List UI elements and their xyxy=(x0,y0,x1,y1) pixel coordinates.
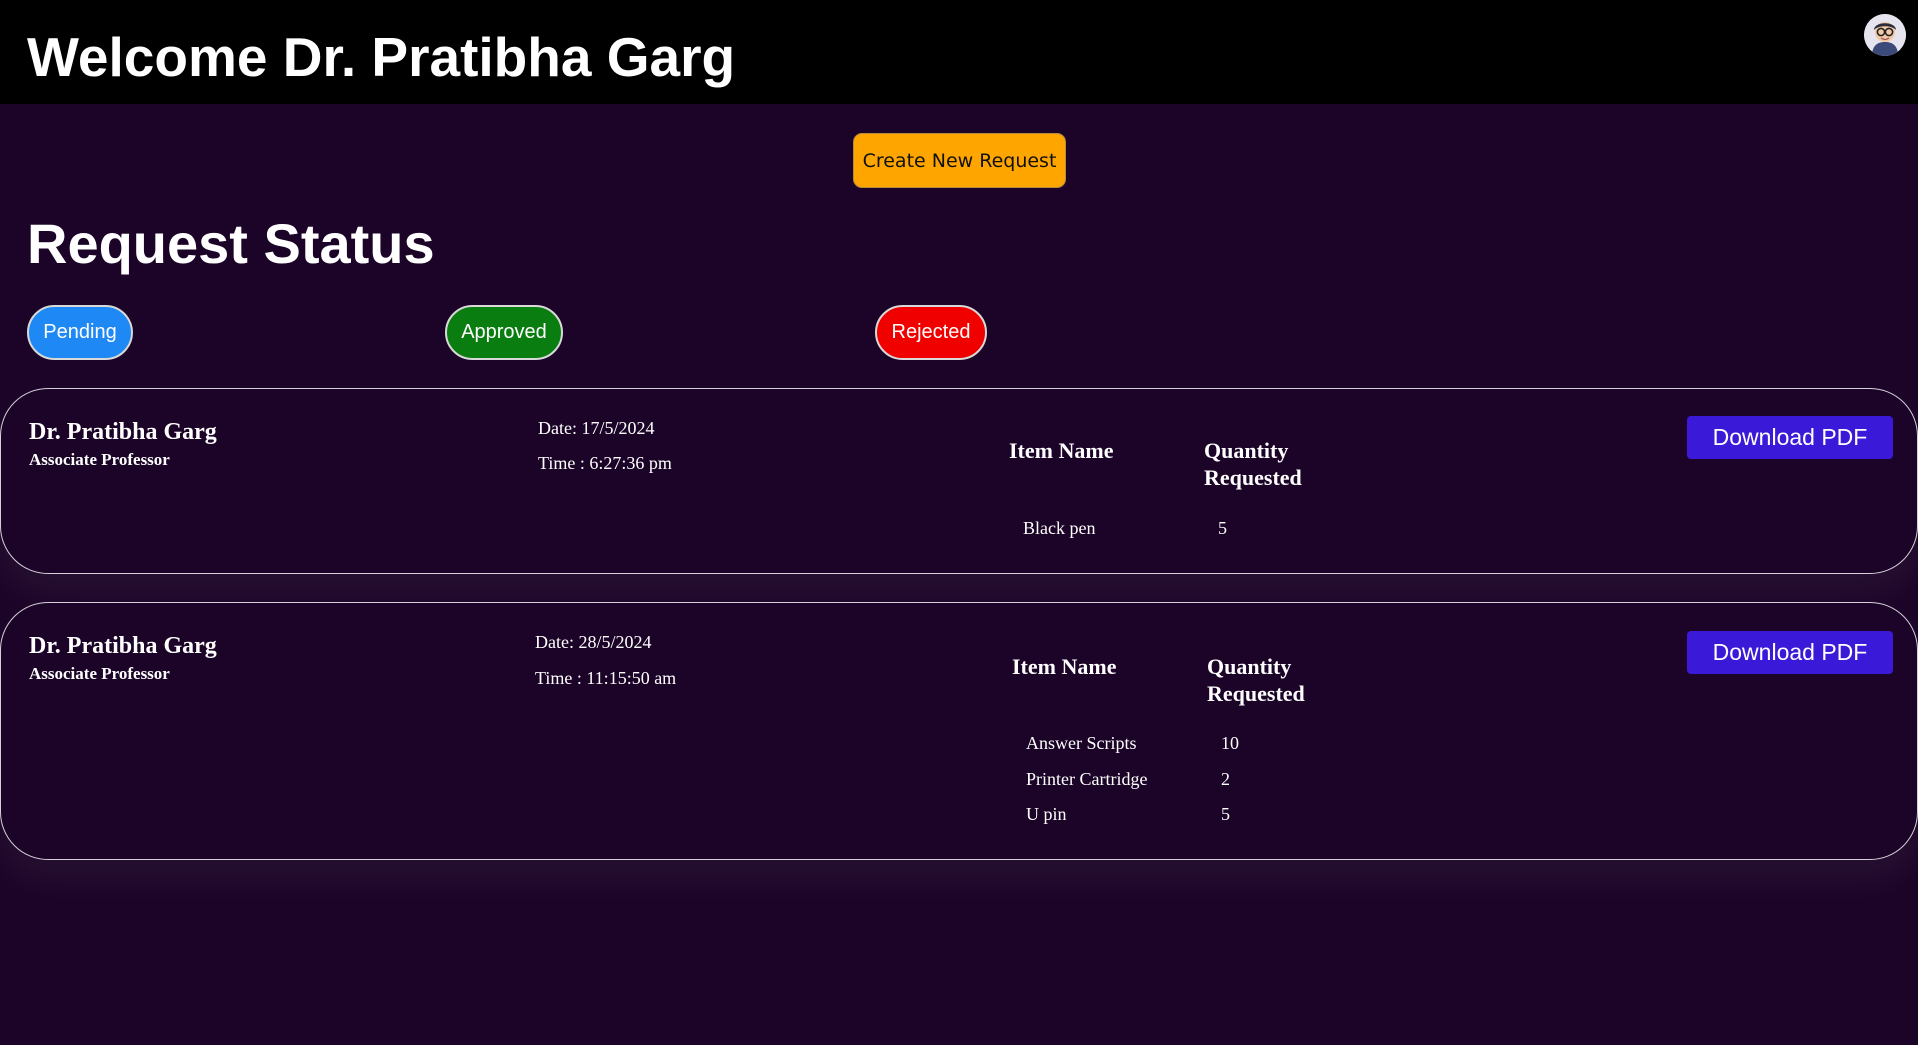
item-name-cell: Black pen xyxy=(1023,518,1096,538)
top-header: Welcome Dr. Pratibha Garg xyxy=(0,0,1918,104)
requester-name: Dr. Pratibha Garg xyxy=(29,633,217,659)
create-new-request-button[interactable]: Create New Request xyxy=(853,133,1066,188)
request-card: Dr. Pratibha Garg Associate Professor Da… xyxy=(0,388,1918,574)
column-header-quantity: Quantity Requested xyxy=(1207,654,1305,706)
requester-role: Associate Professor xyxy=(29,664,170,683)
request-time: Time : 11:15:50 am xyxy=(535,668,677,688)
welcome-title: Welcome Dr. Pratibha Garg xyxy=(27,26,736,88)
filter-rejected-button[interactable]: Rejected xyxy=(875,305,987,360)
item-name-cell: Printer Cartridge xyxy=(1026,769,1148,789)
requester-name: Dr. Pratibha Garg xyxy=(29,419,217,445)
item-qty-cell: 5 xyxy=(1218,518,1227,538)
column-header-quantity: Quantity Requested xyxy=(1204,438,1302,490)
item-name-cell: U pin xyxy=(1026,804,1067,824)
request-time: Time : 6:27:36 pm xyxy=(538,453,672,473)
item-qty-cell: 10 xyxy=(1221,733,1239,753)
user-avatar-icon[interactable] xyxy=(1864,14,1906,56)
filter-pending-button[interactable]: Pending xyxy=(27,305,133,360)
request-card: Dr. Pratibha Garg Associate Professor Da… xyxy=(0,602,1918,860)
request-status-title: Request Status xyxy=(27,212,435,275)
filter-approved-button[interactable]: Approved xyxy=(445,305,563,360)
column-header-item-name: Item Name xyxy=(1009,438,1114,463)
request-date: Date: 28/5/2024 xyxy=(535,632,652,652)
requester-role: Associate Professor xyxy=(29,450,170,469)
column-header-item-name: Item Name xyxy=(1012,654,1117,679)
item-qty-cell: 5 xyxy=(1221,804,1230,824)
request-date: Date: 17/5/2024 xyxy=(538,418,655,438)
download-pdf-button[interactable]: Download PDF xyxy=(1687,631,1893,674)
download-pdf-button[interactable]: Download PDF xyxy=(1687,416,1893,459)
item-qty-cell: 2 xyxy=(1221,769,1230,789)
item-name-cell: Answer Scripts xyxy=(1026,733,1137,753)
